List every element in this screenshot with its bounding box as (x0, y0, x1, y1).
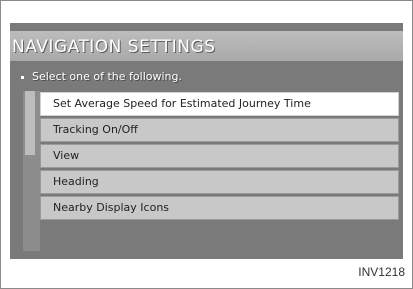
menu-item-label: View (53, 149, 80, 162)
menu-item-label: Heading (53, 175, 99, 188)
menu-item-label: Tracking On/Off (53, 123, 138, 136)
figure-code: INV1218 (358, 265, 405, 279)
screen-title: NAVIGATION SETTINGS (12, 37, 216, 57)
figure-frame: NAVIGATION SETTINGS Select one of the fo… (0, 0, 413, 289)
title-bar: NAVIGATION SETTINGS (10, 31, 403, 61)
instruction-line: Select one of the following. (21, 70, 182, 83)
menu-item-heading[interactable]: Heading (40, 170, 399, 194)
menu-item-nearby-display-icons[interactable]: Nearby Display Icons (40, 196, 399, 220)
menu-item-view[interactable]: View (40, 144, 399, 168)
navigation-screen: NAVIGATION SETTINGS Select one of the fo… (10, 23, 403, 259)
menu-item-label: Nearby Display Icons (53, 201, 170, 214)
scrollbar-thumb[interactable] (25, 91, 35, 155)
instruction-text: Select one of the following. (32, 70, 182, 83)
bullet-icon (21, 75, 24, 79)
menu-item-label: Set Average Speed for Estimated Journey … (53, 97, 311, 110)
menu-item-tracking[interactable]: Tracking On/Off (40, 118, 399, 142)
menu-item-set-average-speed[interactable]: Set Average Speed for Estimated Journey … (40, 92, 399, 116)
scrollbar[interactable] (23, 91, 40, 251)
